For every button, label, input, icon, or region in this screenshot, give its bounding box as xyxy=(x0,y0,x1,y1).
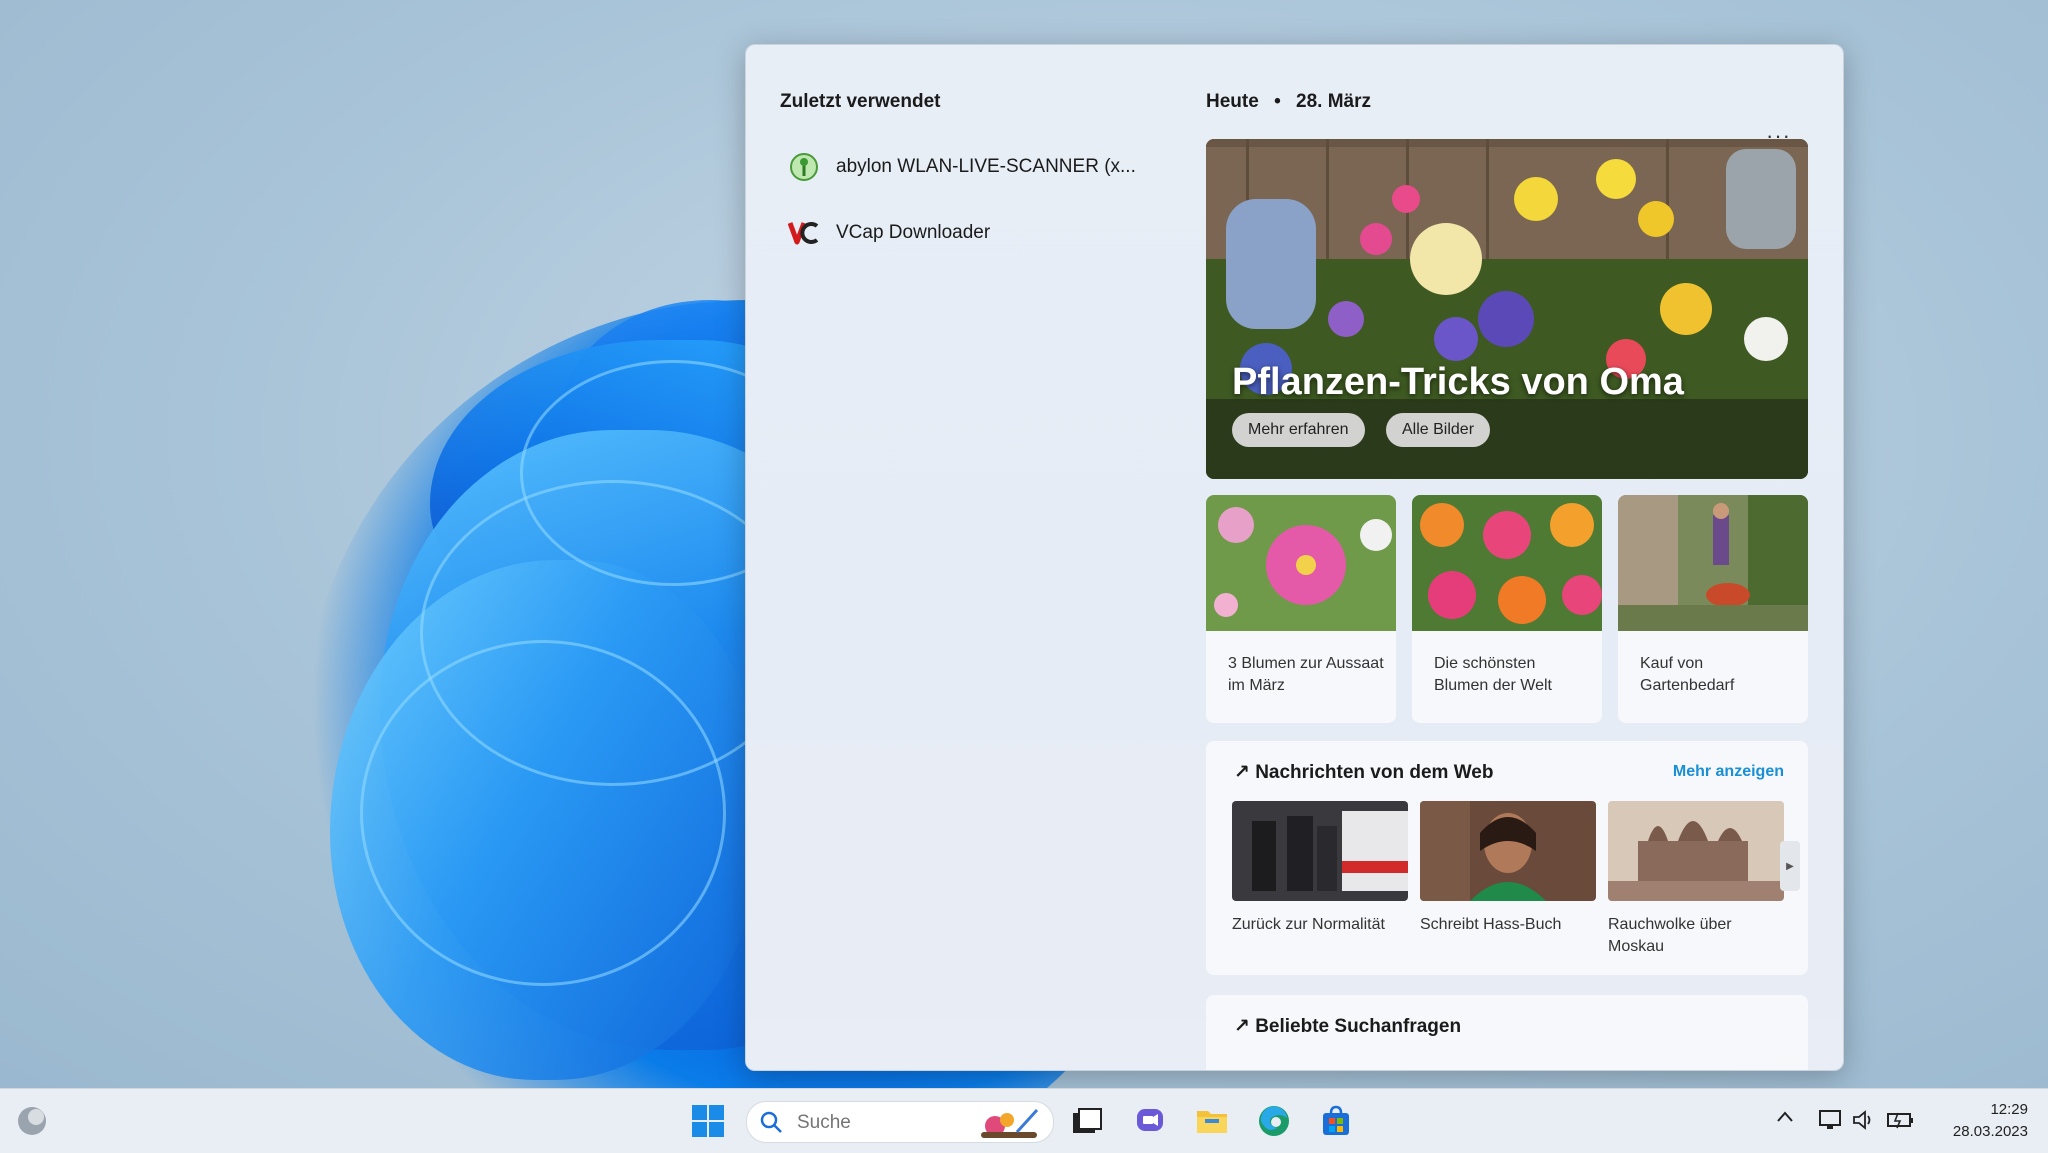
news-image xyxy=(1232,801,1408,901)
card-text: 3 Blumen zur Aussaat im März xyxy=(1228,655,1384,694)
task-view-button[interactable] xyxy=(1068,1103,1104,1139)
edge-icon xyxy=(1259,1106,1289,1136)
next-arrow-button[interactable]: ▶ xyxy=(1780,841,1800,891)
search-input[interactable] xyxy=(795,1108,959,1138)
news-section: ↗ Nachrichten von dem Web Mehr anzeigen … xyxy=(1206,741,1808,975)
card-image-cosmos xyxy=(1206,495,1396,631)
today-title: Heute xyxy=(1206,91,1259,112)
taskbar-search[interactable] xyxy=(746,1101,1054,1143)
hero-card[interactable]: Pflanzen-Tricks von Oma Mehr erfahren Al… xyxy=(1206,139,1808,479)
news-caption: Schreibt Hass-Buch xyxy=(1420,916,1562,933)
vcap-icon xyxy=(788,217,820,249)
popular-title: ↗ Beliebte Suchanfragen xyxy=(1234,1015,1461,1038)
folder-icon xyxy=(1197,1111,1227,1133)
task-view-icon xyxy=(1073,1108,1102,1133)
wallpaper-petal-edge xyxy=(360,640,726,986)
trending-icon: ↗ xyxy=(1234,1016,1250,1037)
news-title: ↗ Nachrichten von dem Web xyxy=(1234,761,1493,784)
taskbar: 12:29 28.03.2023 xyxy=(0,1088,2048,1153)
trending-icon: ↗ xyxy=(1234,762,1250,783)
card-image-zinnias xyxy=(1412,495,1602,631)
teams-chat-button[interactable] xyxy=(1132,1103,1168,1139)
start-panel: Zuletzt verwendet abylon WLAN-LIVE-SCANN… xyxy=(745,44,1844,1071)
card-text: Kauf von Gartenbedarf xyxy=(1640,655,1735,694)
battery-icon[interactable] xyxy=(1886,1109,1914,1136)
start-button[interactable] xyxy=(690,1103,726,1139)
clock-time: 12:29 xyxy=(1990,1101,2028,1118)
search-icon xyxy=(759,1110,783,1139)
clock-date: 28.03.2023 xyxy=(1952,1123,2028,1140)
file-explorer-button[interactable] xyxy=(1194,1103,1230,1139)
edge-browser-button[interactable] xyxy=(1256,1103,1292,1139)
recent-title: Zuletzt verwendet xyxy=(780,91,941,112)
news-image xyxy=(1420,801,1596,901)
show-more-link[interactable]: Mehr anzeigen xyxy=(1673,763,1784,781)
wlan-scanner-icon xyxy=(788,151,820,183)
widgets-button[interactable] xyxy=(14,1103,50,1139)
story-card[interactable]: 3 Blumen zur Aussaat im März xyxy=(1206,495,1396,723)
news-item[interactable]: Rauchwolke über Moskau xyxy=(1608,801,1784,958)
news-caption: Zurück zur Normalität xyxy=(1232,916,1385,933)
volume-icon[interactable] xyxy=(1852,1109,1876,1136)
popular-searches-section: ↗ Beliebte Suchanfragen xyxy=(1206,995,1808,1070)
news-title-text: Nachrichten von dem Web xyxy=(1255,762,1494,783)
hero-title: Pflanzen-Tricks von Oma xyxy=(1232,361,1684,403)
today-header: Heute • 28. März xyxy=(1206,91,1371,113)
card-text: Die schönsten Blumen der Welt xyxy=(1434,655,1552,694)
recent-item-wlan-scanner[interactable]: abylon WLAN-LIVE-SCANNER (x... xyxy=(788,145,1168,189)
recent-item-vcap-downloader[interactable]: VCap Downloader xyxy=(788,211,1168,255)
news-item[interactable]: Zurück zur Normalität xyxy=(1232,801,1408,936)
story-card[interactable]: Kauf von Gartenbedarf xyxy=(1618,495,1808,723)
learn-more-button[interactable]: Mehr erfahren xyxy=(1232,413,1365,447)
news-image xyxy=(1608,801,1784,901)
card-image-garden xyxy=(1618,495,1808,631)
news-item[interactable]: Schreibt Hass-Buch xyxy=(1420,801,1596,936)
weather-icon xyxy=(18,1107,46,1135)
recent-item-label: VCap Downloader xyxy=(836,222,991,243)
show-hidden-icons-chevron-up-icon[interactable] xyxy=(1776,1109,1794,1128)
store-icon xyxy=(1323,1105,1349,1135)
recent-item-label: abylon WLAN-LIVE-SCANNER (x... xyxy=(836,156,1136,177)
popular-title-text: Beliebte Suchanfragen xyxy=(1255,1016,1462,1037)
today-date: 28. März xyxy=(1296,91,1371,112)
windows-logo-icon xyxy=(692,1105,724,1137)
store-button[interactable] xyxy=(1318,1103,1354,1139)
story-card[interactable]: Die schönsten Blumen der Welt xyxy=(1412,495,1602,723)
all-images-button[interactable]: Alle Bilder xyxy=(1386,413,1491,447)
clock[interactable]: 12:29 28.03.2023 xyxy=(1953,1099,2028,1143)
network-icon[interactable] xyxy=(1818,1109,1844,1136)
chat-icon xyxy=(1137,1109,1163,1131)
header-separator: • xyxy=(1274,91,1281,112)
search-highlight-image xyxy=(981,1108,1039,1138)
news-caption: Rauchwolke über Moskau xyxy=(1608,916,1732,955)
